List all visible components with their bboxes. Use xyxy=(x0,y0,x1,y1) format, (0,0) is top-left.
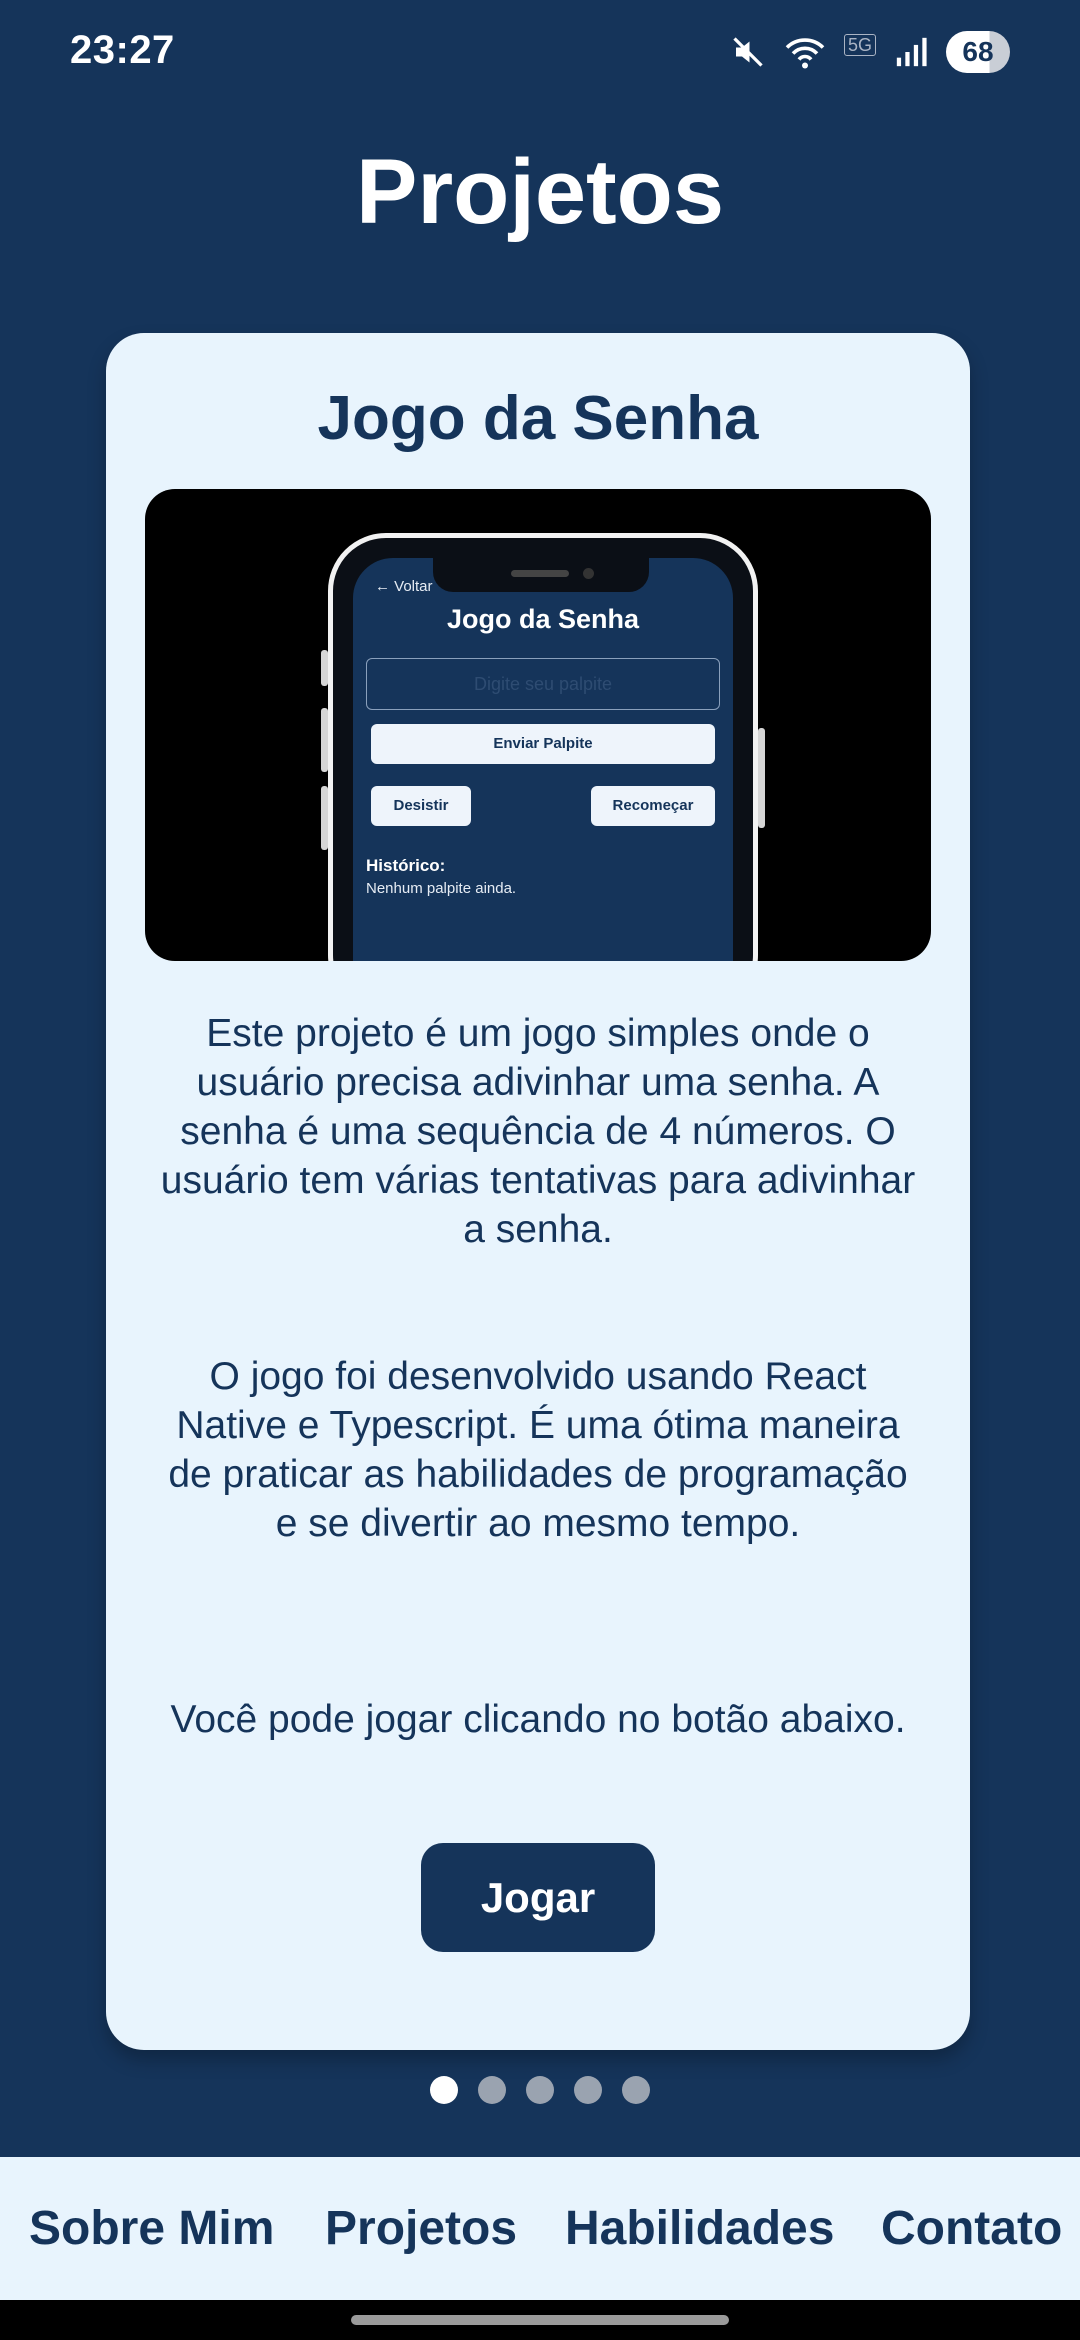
project-description-2: O jogo foi desenvolvido usando React Nat… xyxy=(168,1355,908,1545)
preview-guess-input: Digite seu palpite xyxy=(366,658,720,710)
battery-icon: 68 xyxy=(946,31,1010,73)
preview-title: Jogo da Senha xyxy=(446,604,640,634)
pagination-dot[interactable] xyxy=(622,2076,650,2104)
nav-item-habilidades[interactable]: Habilidades xyxy=(565,2157,834,2300)
status-icons: 5G 68 xyxy=(730,30,1010,74)
nav-item-projetos[interactable]: Projetos xyxy=(325,2157,517,2300)
carousel-pagination xyxy=(0,2076,1080,2104)
pagination-dot[interactable] xyxy=(574,2076,602,2104)
gesture-handle[interactable] xyxy=(351,2315,729,2325)
page-title: Projetos xyxy=(355,141,725,243)
phone-screen: ← Voltar Jogo da Senha Digite seu palpit… xyxy=(353,558,733,961)
preview-quit-button: Desistir xyxy=(371,786,471,826)
project-card: Jogo da Senha ← Voltar Jogo da Senha Dig… xyxy=(106,333,970,2050)
phone-notch xyxy=(433,558,649,592)
preview-restart-button: Recomeçar xyxy=(591,786,715,826)
project-description-3: Você pode jogar clicando no botão abaixo… xyxy=(170,1698,906,1741)
phone-side-button xyxy=(321,708,328,772)
pagination-dot[interactable] xyxy=(478,2076,506,2104)
status-time: 23:27 xyxy=(70,28,175,72)
pagination-dot-active[interactable] xyxy=(430,2076,458,2104)
signal-icon xyxy=(894,35,928,69)
preview-history-label: Histórico: xyxy=(366,856,446,875)
phone-side-button xyxy=(758,728,765,828)
play-button[interactable]: Jogar xyxy=(421,1843,655,1952)
phone-mockup: ← Voltar Jogo da Senha Digite seu palpit… xyxy=(321,533,765,961)
project-description-1: Este projeto é um jogo simples onde o us… xyxy=(160,1012,916,1251)
nav-item-sobre-mim[interactable]: Sobre Mim xyxy=(29,2157,274,2300)
preview-back-link: ← Voltar xyxy=(375,578,433,595)
status-bar: 23:27 5G 68 xyxy=(0,0,1080,105)
mute-icon xyxy=(730,34,766,70)
nav-item-contato[interactable]: Contato xyxy=(881,2157,1062,2300)
preview-history-text: Nenhum palpite ainda. xyxy=(366,880,517,897)
network-type-label: 5G xyxy=(843,34,876,56)
phone-side-button xyxy=(321,786,328,850)
phone-side-button xyxy=(321,650,328,686)
project-title: Jogo da Senha xyxy=(317,384,759,453)
project-preview-image: ← Voltar Jogo da Senha Digite seu palpit… xyxy=(145,489,931,961)
preview-send-button: Enviar Palpite xyxy=(371,724,715,764)
pagination-dot[interactable] xyxy=(526,2076,554,2104)
wifi-icon xyxy=(784,34,826,70)
bottom-nav: Sobre Mim Projetos Habilidades Contato xyxy=(0,2157,1080,2300)
